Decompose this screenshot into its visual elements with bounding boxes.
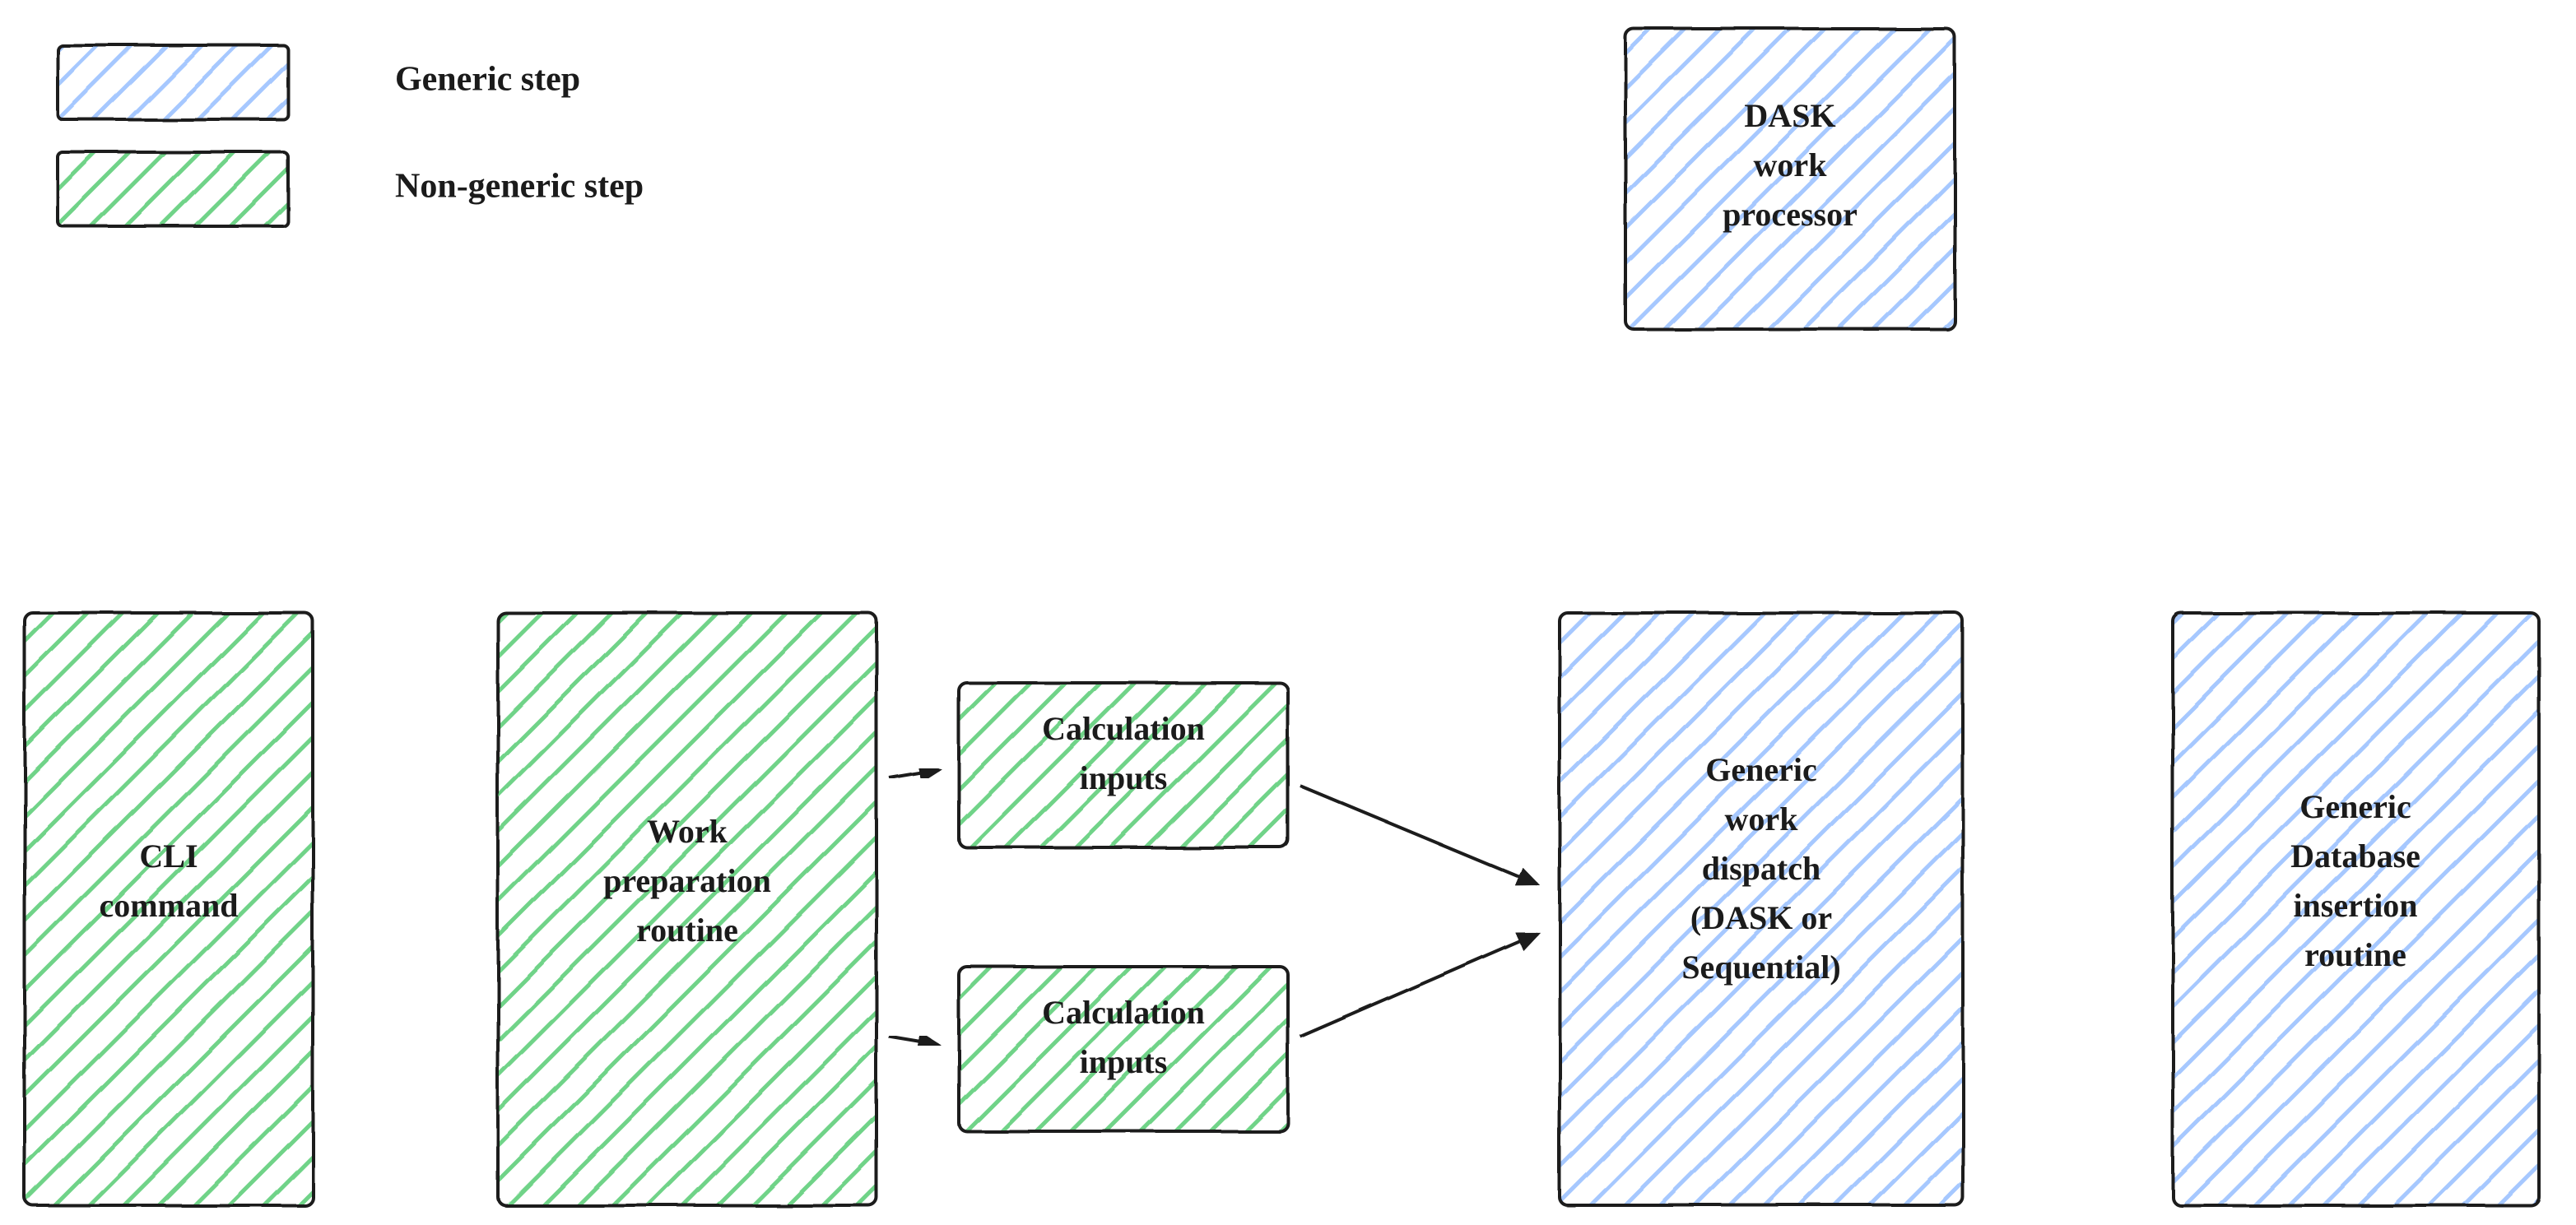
node-calc-inputs-2: Calculationinputs xyxy=(959,967,1288,1131)
node-dispatch-label: Genericworkdispatch(DASK orSequential) xyxy=(1681,751,1840,986)
legend-swatch-nongeneric xyxy=(58,152,288,226)
node-prep-rect xyxy=(498,613,876,1205)
node-calc-inputs-1: Calculationinputs xyxy=(959,683,1288,847)
arrow-prep-to-calc2 xyxy=(889,1037,938,1045)
node-work-dispatch: Genericworkdispatch(DASK orSequential) xyxy=(1560,613,1963,1205)
node-cli-command: CLIcommand xyxy=(25,613,313,1205)
node-work-preparation: Workpreparationroutine xyxy=(498,613,876,1205)
node-dask-processor: DASKworkprocessor xyxy=(1625,29,1955,329)
legend-label-generic: Generic step xyxy=(395,61,580,99)
arrow-calc2-to-dispatch xyxy=(1300,934,1537,1037)
legend: Generic step Non-generic step xyxy=(58,45,644,226)
node-db-insertion: GenericDatabaseinsertionroutine xyxy=(2173,613,2539,1205)
arrow-calc1-to-dispatch xyxy=(1300,786,1537,884)
diagram-canvas: Generic step Non-generic step CLIcommand… xyxy=(0,0,2576,1225)
legend-label-nongeneric: Non-generic step xyxy=(395,168,644,206)
arrow-prep-to-calc1 xyxy=(889,769,938,777)
legend-swatch-generic xyxy=(58,45,288,119)
